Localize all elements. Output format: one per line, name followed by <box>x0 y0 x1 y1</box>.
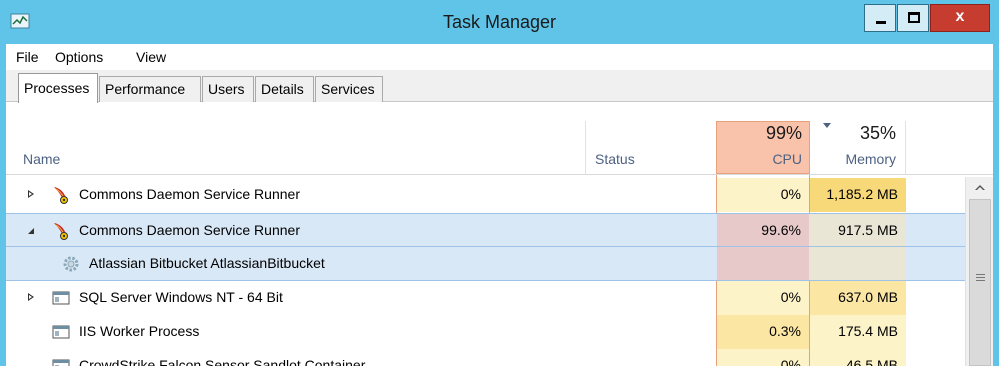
memory-value: 1,185.2 MB <box>810 178 906 212</box>
tab-details[interactable]: Details <box>255 76 314 102</box>
task-manager-window: Task Manager x File Options View Process… <box>0 0 999 366</box>
window-app-icon <box>52 359 70 366</box>
chevron-up-icon <box>975 185 985 190</box>
maximize-button[interactable] <box>897 4 929 32</box>
memory-value <box>810 247 906 280</box>
feather-daemon-icon <box>54 223 68 240</box>
window-app-icon <box>52 325 70 339</box>
tab-strip: Processes Performance Users Details Serv… <box>6 70 993 103</box>
memory-value: 917.5 MB <box>810 214 906 246</box>
cpu-value: 0% <box>717 281 809 315</box>
process-child-row[interactable]: Atlassian Bitbucket AtlassianBitbucket <box>6 247 965 281</box>
column-header-memory[interactable]: Memory <box>810 151 896 167</box>
maximize-icon <box>908 12 920 23</box>
process-row[interactable]: IIS Worker Process 0.3% 175.4 MB <box>6 315 965 349</box>
menu-bar: File Options View <box>6 44 993 70</box>
menu-options[interactable]: Options <box>55 49 103 65</box>
expand-arrow-icon[interactable] <box>28 293 34 301</box>
process-row[interactable]: SQL Server Windows NT - 64 Bit 0% 637.0 … <box>6 281 965 315</box>
column-header-name[interactable]: Name <box>23 151 60 167</box>
feather-daemon-icon <box>54 187 68 204</box>
window-app-icon <box>52 291 70 305</box>
tab-services[interactable]: Services <box>315 76 383 102</box>
menu-view[interactable]: View <box>136 49 166 65</box>
process-name: IIS Worker Process <box>79 323 200 339</box>
gear-service-icon <box>63 256 79 272</box>
window-title: Task Manager <box>442 12 557 32</box>
tab-users[interactable]: Users <box>202 76 254 102</box>
memory-value: 637.0 MB <box>810 281 906 315</box>
column-header-cpu[interactable]: CPU <box>716 151 802 167</box>
close-button[interactable]: x <box>930 4 990 32</box>
cpu-value <box>717 247 809 280</box>
process-row[interactable]: Commons Daemon Service Runner 0% 1,185.2… <box>6 178 965 212</box>
cpu-value: 0% <box>717 178 809 212</box>
tab-processes[interactable]: Processes <box>18 73 98 103</box>
column-header-status[interactable]: Status <box>595 151 635 167</box>
collapse-arrow-icon[interactable] <box>28 228 34 234</box>
process-grid: Name Status 99% CPU 35% Memory Commons D… <box>6 103 993 366</box>
cpu-value: 0.3% <box>717 315 809 349</box>
minimize-icon <box>876 21 886 24</box>
memory-value: 175.4 MB <box>810 315 906 349</box>
title-bar[interactable]: Task Manager x <box>0 0 999 44</box>
grip-icon <box>976 274 985 275</box>
process-row-selected[interactable]: Commons Daemon Service Runner 99.6% 917.… <box>6 213 965 247</box>
vertical-scrollbar[interactable] <box>965 177 993 366</box>
process-name: Commons Daemon Service Runner <box>79 222 300 238</box>
process-name: Commons Daemon Service Runner <box>79 186 300 202</box>
tab-performance[interactable]: Performance <box>99 76 201 102</box>
process-name: CrowdStrike Falcon Sensor Sandlot Contai… <box>79 357 366 366</box>
close-icon: x <box>955 8 965 25</box>
cpu-value: 99.6% <box>717 214 809 246</box>
process-name: Atlassian Bitbucket AtlassianBitbucket <box>89 255 325 271</box>
menu-file[interactable]: File <box>16 49 39 65</box>
scroll-thumb[interactable] <box>969 199 991 366</box>
memory-value: 46.5 MB <box>810 349 906 366</box>
process-name: SQL Server Windows NT - 64 Bit <box>79 289 283 305</box>
expand-arrow-icon[interactable] <box>28 190 34 198</box>
process-row[interactable]: CrowdStrike Falcon Sensor Sandlot Contai… <box>6 349 965 366</box>
cpu-value: 0% <box>717 349 809 366</box>
minimize-button[interactable] <box>864 4 896 32</box>
memory-total-percent: 35% <box>859 123 896 143</box>
cpu-total-percent: 99% <box>765 123 802 143</box>
scroll-up-button[interactable] <box>966 177 993 199</box>
